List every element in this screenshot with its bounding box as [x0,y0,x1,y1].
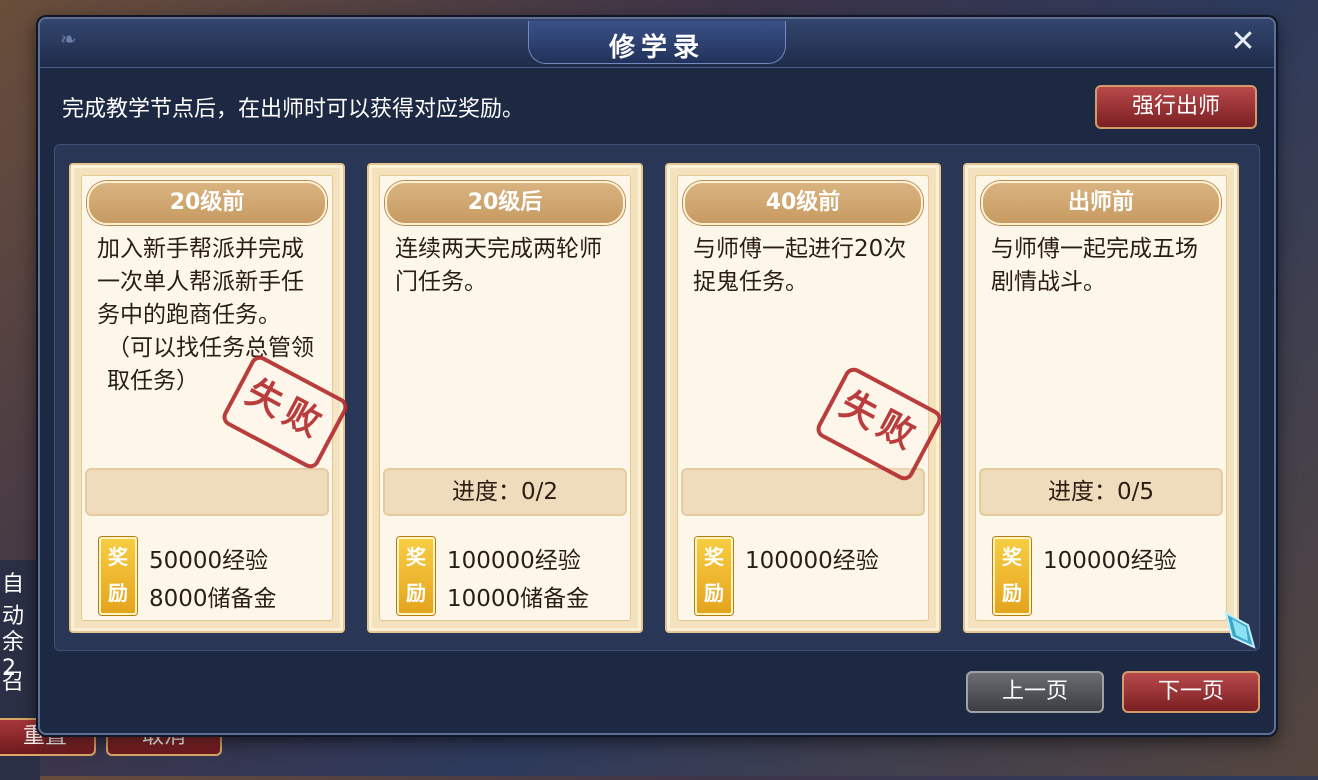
close-button[interactable]: ✕ [1226,25,1260,59]
reward-badge: 奖励 [99,537,137,615]
card-description: 与师傅一起完成五场剧情战斗。 [991,233,1219,299]
card-stage-label: 出师前 [981,181,1221,225]
reward-badge: 奖励 [993,537,1031,615]
prev-page-button[interactable]: 上一页 [966,671,1104,713]
task-card: 20级前 加入新手帮派并完成一次单人帮派新手任务中的跑商任务。 （可以找任务总管… [69,163,351,633]
intro-text: 完成教学节点后，在出师时可以获得对应奖励。 [62,97,525,122]
card-description: 连续两天完成两轮师门任务。 [395,233,623,299]
card-description-text: 与师傅一起完成五场剧情战斗。 [991,236,1198,295]
card-stage-label: 20级后 [385,181,625,225]
reward-reserve-gold: 10000储备金 [447,586,590,612]
card-description: 与师傅一起进行20次捉鬼任务。 [693,233,921,299]
card-description-text: 连续两天完成两轮师门任务。 [395,236,602,295]
progress-box: 进度：0/5 [979,468,1223,516]
study-record-dialog: ❧ 修学录 ✕ 完成教学节点后，在出师时可以获得对应奖励。 强行出师 20级前 … [38,17,1276,735]
reward-exp: 50000经验 [149,548,269,574]
task-card: 出师前 与师傅一起完成五场剧情战斗。 进度：0/5 奖励 100000经验 [963,163,1239,633]
card-description-text: 加入新手帮派并完成一次单人帮派新手任务中的跑商任务。 [97,236,304,328]
reward-exp: 100000经验 [1043,548,1177,574]
progress-box [85,468,329,516]
progress-box [681,468,925,516]
card-stage-label: 20级前 [87,181,327,225]
reward-reserve-gold: 8000储备金 [149,586,277,612]
background-text: 召 [2,670,25,695]
task-card: 20级后 连续两天完成两轮师门任务。 进度：0/2 奖励 100000经验 10… [367,163,643,633]
progress-box: 进度：0/2 [383,468,627,516]
force-graduate-button[interactable]: 强行出师 [1095,85,1257,129]
title-bar: ❧ 修学录 ✕ [40,19,1274,68]
reward-badge: 奖励 [397,537,435,615]
reward-exp: 100000经验 [447,548,581,574]
card-description-text: 与师傅一起进行20次捉鬼任务。 [693,236,907,295]
gem-icon [1224,611,1256,649]
background-text: 自动 [2,572,25,629]
reward-exp: 100000经验 [745,548,879,574]
card-stage-label: 40级前 [683,181,923,225]
cards-panel: 20级前 加入新手帮派并完成一次单人帮派新手任务中的跑商任务。 （可以找任务总管… [54,144,1260,651]
reward-badge: 奖励 [695,537,733,615]
task-card: 40级前 与师傅一起进行20次捉鬼任务。 奖励 100000经验 失败 [665,163,945,633]
ornament-icon: ❧ [60,27,77,51]
close-icon[interactable]: ✕ [1230,24,1255,59]
title-tab: 修学录 [528,21,786,64]
dialog-title: 修学录 [608,33,705,63]
next-page-button[interactable]: 下一页 [1122,671,1260,713]
